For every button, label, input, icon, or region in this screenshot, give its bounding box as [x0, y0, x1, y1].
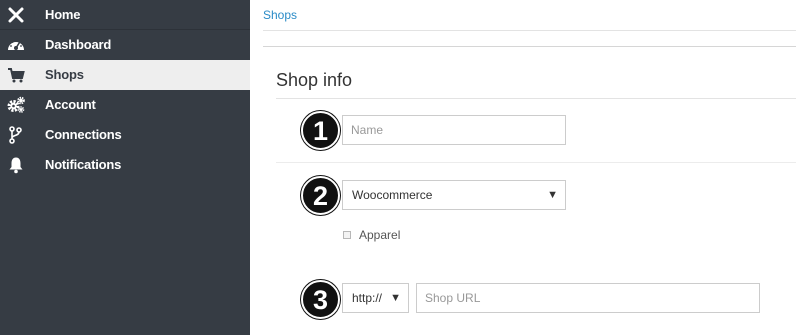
sidebar-item-label: Home [45, 7, 81, 22]
protocol-select[interactable]: http:// ▼ [342, 283, 409, 313]
sidebar-item-label: Shops [45, 67, 84, 82]
sidebar-item-account[interactable]: Account [0, 90, 250, 120]
protocol-select-value: http:// [352, 291, 383, 305]
apparel-checkbox[interactable] [343, 231, 351, 239]
breadcrumb[interactable]: Shops [263, 8, 297, 22]
divider [263, 30, 796, 31]
divider [276, 162, 796, 163]
sidebar-item-connections[interactable]: Connections [0, 120, 250, 150]
name-field[interactable] [342, 115, 566, 145]
sidebar-item-shops[interactable]: Shops [0, 60, 250, 90]
sidebar-item-label: Account [45, 97, 96, 112]
divider [263, 46, 796, 47]
cart-icon [8, 68, 25, 83]
caret-down-icon: ▼ [390, 292, 401, 304]
sidebar-item-label: Notifications [45, 157, 122, 172]
sidebar-item-dashboard[interactable]: Dashboard [0, 30, 250, 60]
branch-icon [9, 126, 22, 144]
sidebar-item-notifications[interactable]: Notifications [0, 150, 250, 180]
sidebar: Home Dashboard Shops Account Connections… [0, 0, 250, 335]
close-icon [8, 7, 24, 23]
apparel-label: Apparel [359, 228, 401, 242]
divider [276, 98, 796, 99]
step-badge-3: 3 [301, 280, 340, 319]
sidebar-item-label: Connections [45, 127, 122, 142]
dashboard-icon [8, 39, 24, 50]
caret-down-icon: ▼ [547, 189, 558, 201]
sidebar-item-label: Dashboard [45, 37, 112, 52]
bell-icon [9, 157, 23, 174]
page-title: Shop info [276, 70, 353, 90]
step-badge-1: 1 [301, 111, 340, 150]
shop-url-field[interactable] [416, 283, 760, 313]
platform-select[interactable]: Woocommerce ▼ [342, 180, 566, 210]
sidebar-item-home[interactable]: Home [0, 0, 250, 30]
gears-icon [7, 96, 25, 113]
step-badge-2: 2 [301, 176, 340, 215]
platform-select-value: Woocommerce [352, 188, 433, 202]
